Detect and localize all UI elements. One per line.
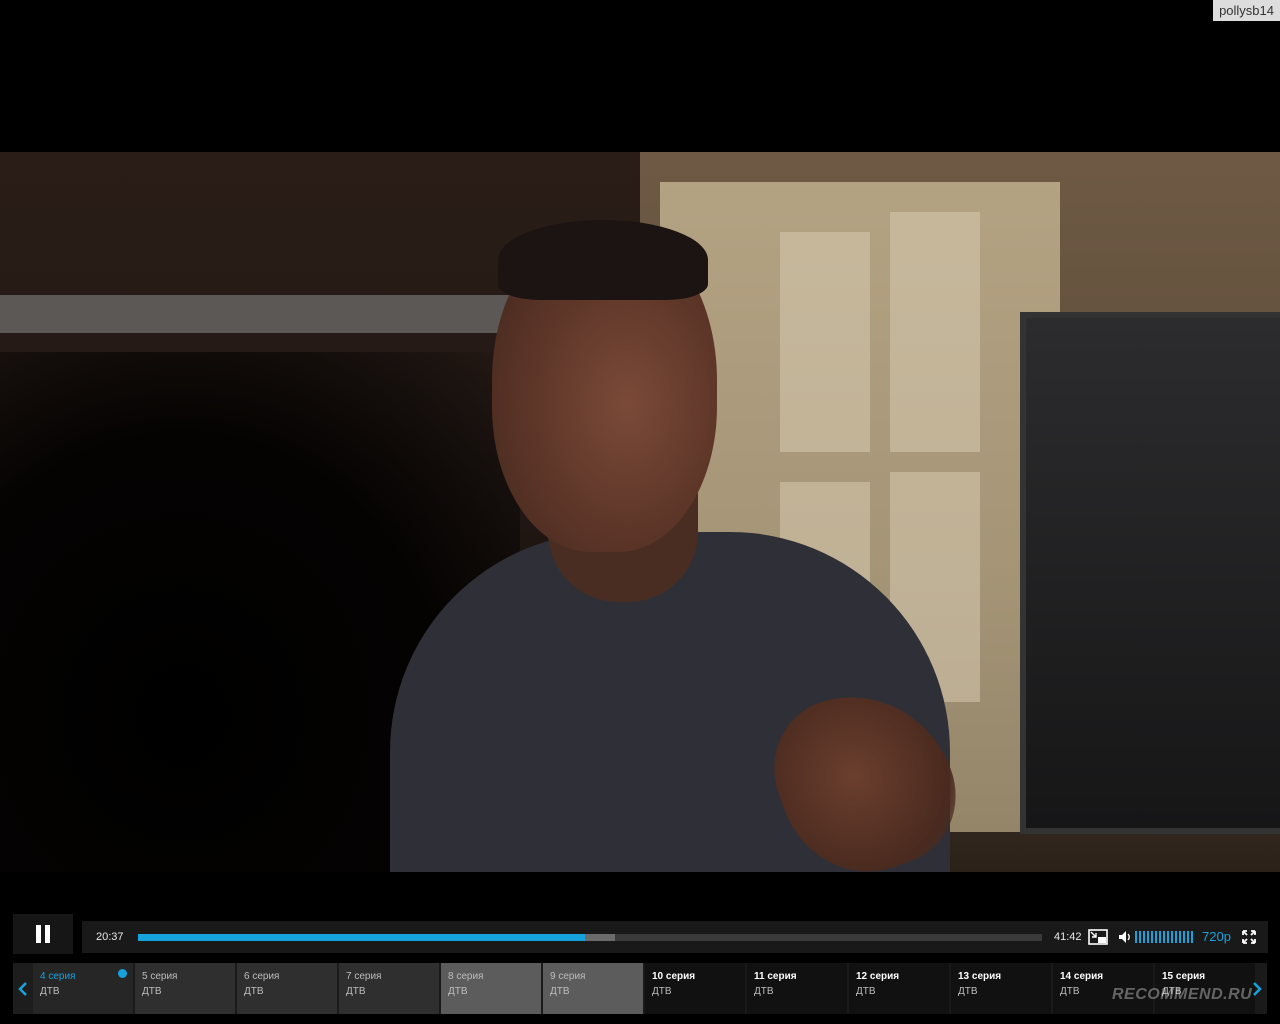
volume-bar-segment — [1147, 931, 1149, 943]
episode-subtitle: ДТВ — [550, 986, 570, 997]
site-watermark: RECOMMEND.RU — [1112, 986, 1253, 1003]
episode-title: 15 серия — [1162, 971, 1206, 982]
video-poster — [780, 232, 870, 452]
episode-subtitle: ДТВ — [346, 986, 366, 997]
episode-subtitle: ДТВ — [652, 986, 672, 997]
episode-subtitle: ДТВ — [142, 986, 162, 997]
volume-bar-segment — [1159, 931, 1161, 943]
episode-subtitle: ДТВ — [448, 986, 468, 997]
chevron-left-icon — [18, 981, 27, 996]
total-time: 41:42 — [1054, 931, 1082, 943]
volume-bar-segment — [1139, 931, 1141, 943]
episode-title: 14 серия — [1060, 971, 1104, 982]
episode-subtitle: ДТВ — [40, 986, 60, 997]
volume-bar-segment — [1155, 931, 1157, 943]
volume-slider[interactable] — [1135, 931, 1193, 943]
progress-bar[interactable] — [138, 934, 1042, 941]
episode-tile[interactable]: 9 серия ДТВ — [543, 963, 643, 1014]
fullscreen-icon[interactable] — [1242, 930, 1256, 944]
current-time: 20:37 — [96, 931, 124, 943]
volume-bar-segment — [1163, 931, 1165, 943]
episode-subtitle: ДТВ — [1060, 986, 1080, 997]
video-person-hair — [498, 220, 708, 300]
video-frame[interactable] — [0, 152, 1280, 872]
volume-bar-segment — [1167, 931, 1169, 943]
episode-title: 10 серия — [652, 971, 696, 982]
volume-bar-segment — [1179, 931, 1181, 943]
episode-title: 12 серия — [856, 971, 900, 982]
progress-played — [138, 934, 585, 941]
episode-subtitle: ДТВ — [856, 986, 876, 997]
volume-bar-segment — [1183, 931, 1185, 943]
episode-tile[interactable]: 10 серия ДТВ — [645, 963, 745, 1014]
picture-in-picture-icon[interactable] — [1088, 929, 1108, 945]
current-episode-dot-icon — [118, 969, 127, 978]
episodes-prev-button[interactable] — [13, 963, 33, 1014]
episode-tile[interactable]: 7 серия ДТВ — [339, 963, 439, 1014]
episode-title: 9 серия — [550, 971, 586, 982]
episode-title: 8 серия — [448, 971, 484, 982]
volume-icon[interactable] — [1118, 930, 1132, 944]
episode-title: 5 серия — [142, 971, 178, 982]
volume-bar-segment — [1151, 931, 1153, 943]
pause-icon — [36, 925, 50, 943]
volume-bar-segment — [1171, 931, 1173, 943]
volume-bar-segment — [1187, 931, 1189, 943]
username-watermark: pollysb14 — [1213, 0, 1280, 21]
episode-tile[interactable]: 4 серия ДТВ — [33, 963, 133, 1014]
episode-subtitle: ДТВ — [958, 986, 978, 997]
episode-tile[interactable]: 13 серия ДТВ — [951, 963, 1051, 1014]
video-poster — [890, 212, 980, 452]
quality-selector[interactable]: 720p — [1202, 921, 1231, 953]
volume-bar-segment — [1175, 931, 1177, 943]
episode-title: 6 серия — [244, 971, 280, 982]
episode-title: 13 серия — [958, 971, 1002, 982]
episode-subtitle: ДТВ — [754, 986, 774, 997]
episode-tile[interactable]: 6 серия ДТВ — [237, 963, 337, 1014]
chevron-right-icon — [1253, 981, 1262, 996]
pause-button[interactable] — [13, 914, 73, 954]
volume-bar-segment — [1191, 931, 1193, 943]
episode-tile[interactable]: 11 серия ДТВ — [747, 963, 847, 1014]
volume-bar-segment — [1143, 931, 1145, 943]
episode-tile[interactable]: 8 серия ДТВ — [441, 963, 541, 1014]
control-bar: 20:37 41:42 720p — [82, 921, 1268, 953]
volume-bar-segment — [1135, 931, 1137, 943]
episode-title: 11 серия — [754, 971, 797, 982]
episodes-strip: 4 серия ДТВ 5 серия ДТВ 6 серия ДТВ 7 серия ДТВ… — [13, 963, 1267, 1014]
video-shelf — [0, 295, 520, 333]
episode-subtitle: ДТВ — [244, 986, 264, 997]
episode-tile[interactable]: 12 серия ДТВ — [849, 963, 949, 1014]
episode-title: 7 серия — [346, 971, 382, 982]
episode-tile[interactable]: 5 серия ДТВ — [135, 963, 235, 1014]
video-tv — [1020, 312, 1280, 834]
episode-title: 4 серия — [40, 971, 76, 982]
